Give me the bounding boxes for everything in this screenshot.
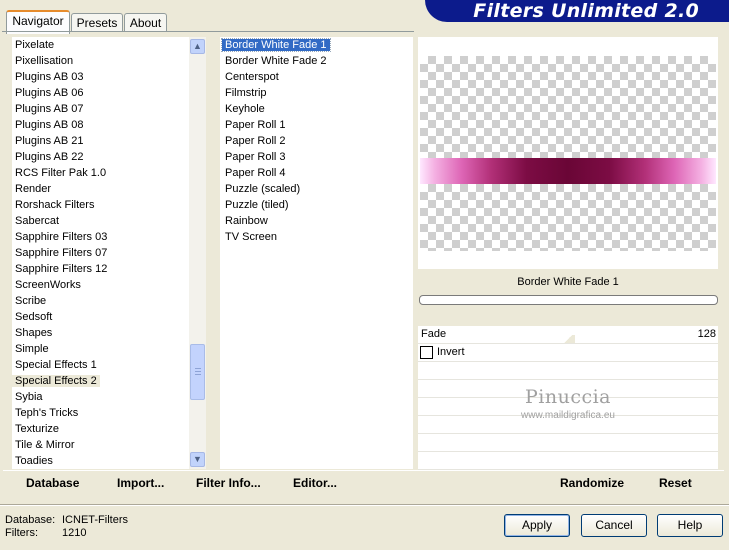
tab-divider [2,31,414,32]
reset-button[interactable]: Reset [659,476,692,490]
watermark-url: www.maildigrafica.eu [521,410,615,421]
list-item[interactable]: Scribe [12,293,49,309]
import-button[interactable]: Import... [117,476,164,490]
list-item[interactable]: Keyhole [222,101,268,117]
list-item[interactable]: Plugins AB 22 [12,149,87,165]
help-button[interactable]: Help [657,514,723,537]
tab-presets[interactable]: Presets [71,13,123,32]
app-title: Filters Unlimited 2.0 [473,0,699,22]
list-item[interactable]: Puzzle (scaled) [222,181,303,197]
list-item[interactable]: Tile & Mirror [12,437,77,453]
title-banner: Filters Unlimited 2.0 [425,0,729,22]
list-item[interactable]: Pixelate [12,37,57,53]
list-item[interactable]: Plugins AB 08 [12,117,87,133]
fade-label: Fade [421,328,447,340]
list-item[interactable]: Sedsoft [12,309,55,325]
param-row-empty [418,452,718,470]
list-item[interactable]: Rorshack Filters [12,197,97,213]
list-item[interactable]: Sybia [12,389,46,405]
progress-bar [419,295,718,305]
filter-name-label: Border White Fade 1 [517,276,619,288]
list-item[interactable]: Centerspot [222,69,282,85]
list-item[interactable]: Toadies [12,453,56,469]
scroll-up-icon[interactable]: ▲ [190,39,205,54]
list-item[interactable]: Shapes [12,325,55,341]
param-row-empty [418,362,718,380]
list-item[interactable]: Paper Roll 3 [222,149,289,165]
invert-checkbox[interactable] [420,346,433,359]
fade-value: 128 [697,328,716,340]
invert-label: Invert [437,346,465,358]
editor-button[interactable]: Editor... [293,476,337,490]
list-item[interactable]: Pixellisation [12,53,76,69]
randomize-button[interactable]: Randomize [560,476,624,490]
list-item[interactable]: Filmstrip [222,85,270,101]
list-item[interactable]: Paper Roll 2 [222,133,289,149]
list-item[interactable]: Render [12,181,54,197]
param-row-fade[interactable]: Fade 128 [418,326,718,344]
database-status-label: Database: [5,514,56,526]
list-item[interactable]: RCS Filter Pak 1.0 [12,165,109,181]
list-item[interactable]: Sapphire Filters 12 [12,261,110,277]
list-item[interactable]: Sapphire Filters 07 [12,245,110,261]
list-item[interactable]: Plugins AB 06 [12,85,87,101]
list-item[interactable]: Texturize [12,421,62,437]
fade-slider-icon[interactable] [561,335,575,343]
scroll-thumb[interactable] [190,344,205,400]
param-row-empty [418,434,718,452]
filters-count-value: 1210 [62,527,87,539]
list-item-selected[interactable]: Border White Fade 1 [221,37,331,53]
tab-about[interactable]: About [124,13,167,32]
preview-checker [420,56,716,251]
database-button[interactable]: Database [26,476,79,490]
list-item[interactable]: TV Screen [222,229,280,245]
divider [0,505,729,506]
list-item[interactable]: Rainbow [222,213,271,229]
list-item[interactable]: Special Effects 1 [12,357,100,373]
apply-button[interactable]: Apply [504,514,570,537]
list-item[interactable]: Puzzle (tiled) [222,197,292,213]
param-row-invert[interactable]: Invert [418,344,718,362]
filter-list[interactable]: Border White Fade 1 Border White Fade 2 … [220,37,413,469]
list-item[interactable]: Paper Roll 4 [222,165,289,181]
filters-count-label: Filters: [5,527,38,539]
list-item[interactable]: Border White Fade 2 [222,53,330,69]
database-status-value: ICNET-Filters [62,514,128,526]
category-list[interactable]: Pixelate Pixellisation Plugins AB 03 Plu… [12,37,189,469]
cancel-button[interactable]: Cancel [581,514,647,537]
preview-image [420,158,716,184]
list-item-selected[interactable]: Special Effects 2 [12,373,100,389]
scroll-down-icon[interactable]: ▼ [190,452,205,467]
list-item[interactable]: Plugins AB 21 [12,133,87,149]
list-item[interactable]: Simple [12,341,52,357]
list-item[interactable]: Sapphire Filters 03 [12,229,110,245]
list-item[interactable]: Teph's Tricks [12,405,81,421]
list-item[interactable]: Plugins AB 07 [12,101,87,117]
watermark-name: Pinuccia [524,386,612,408]
list-item[interactable]: Plugins AB 03 [12,69,87,85]
filter-info-button[interactable]: Filter Info... [196,476,261,490]
list-item[interactable]: Sabercat [12,213,62,229]
category-scrollbar[interactable]: ▲ ▼ [189,37,206,469]
list-item[interactable]: Paper Roll 1 [222,117,289,133]
list-item[interactable]: ScreenWorks [12,277,84,293]
